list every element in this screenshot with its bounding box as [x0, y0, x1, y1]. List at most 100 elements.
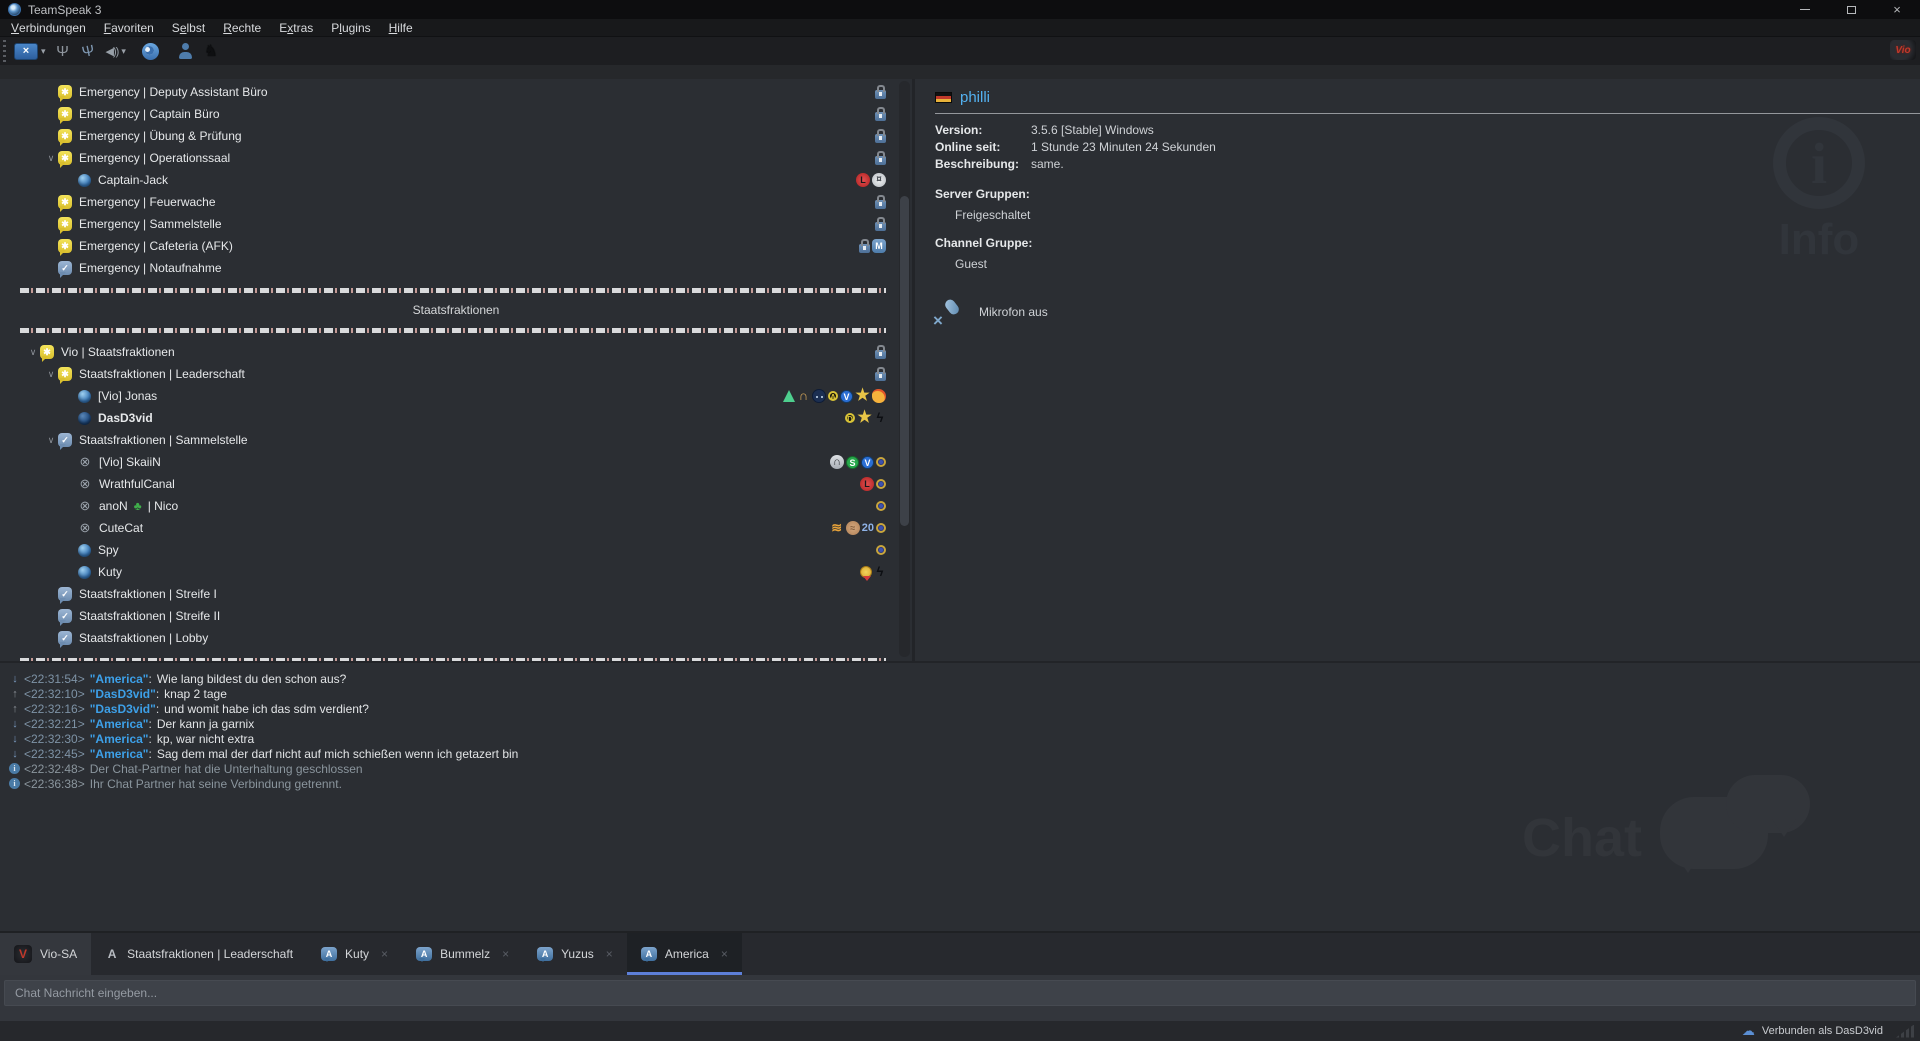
fbi-seal-icon	[876, 545, 886, 555]
mic-muted-user-icon: ⊗	[79, 498, 91, 513]
chat-bubble-a-icon: A	[640, 947, 657, 962]
tab-america[interactable]: A America ×	[626, 933, 742, 975]
channel-row[interactable]: ∨ ✱ Emergency | Operationssaal	[0, 147, 912, 169]
user-row[interactable]: ⊗ WrathfulCanal L	[0, 473, 912, 495]
channel-row[interactable]: ∨ ✱ Vio | Staatsfraktionen	[0, 341, 912, 363]
padlock-icon	[875, 85, 886, 99]
channel-row[interactable]: ✱ Emergency | Cafeteria (AFK) M	[0, 235, 912, 257]
menu-verbindungen[interactable]: Verbindungen	[2, 19, 95, 36]
expand-arrow-icon[interactable]: ∨	[44, 369, 58, 380]
info-field-label: Version:	[935, 123, 983, 137]
red-l-icon: L	[856, 173, 870, 187]
restore-button[interactable]	[1828, 0, 1874, 19]
channel-label: Vio | Staatsfraktionen	[61, 345, 175, 359]
tree-scrollbar[interactable]	[899, 81, 910, 657]
disconnect-button[interactable]: × ▾	[11, 40, 49, 62]
chat-message: ↑ <22:32:16> "DasD3vid": und womit habe ich…	[8, 701, 1920, 716]
menu-extras[interactable]: Ex tras	[270, 19, 322, 36]
tab-yuzus[interactable]: A Yuzus ×	[523, 933, 627, 975]
charmander-icon	[872, 389, 886, 403]
sphere-user-icon	[78, 543, 91, 557]
user-row[interactable]: ⊗ [Vio] SkaiiN ∩ S V	[0, 451, 912, 473]
message-sender: "DasD3vid"	[89, 701, 156, 716]
expand-arrow-icon[interactable]: ∨	[26, 347, 40, 358]
minimize-icon	[1800, 9, 1810, 10]
user-row[interactable]: ⊗ CuteCat ≋ ≈20	[0, 517, 912, 539]
message-sender: "America"	[89, 716, 149, 731]
toolbar-drag-handle[interactable]	[3, 40, 6, 62]
info-icon: i	[9, 763, 20, 774]
channel-blue-icon: ✓	[58, 631, 72, 648]
chevron-down-icon[interactable]: ▾	[41, 46, 46, 57]
menu-favoriten[interactable]: Favoriten	[95, 19, 163, 36]
restore-icon	[1846, 2, 1861, 14]
message-timestamp: <22:32:21>	[24, 716, 85, 731]
user-row[interactable]: ⊗ anoN ♣ | Nico	[0, 495, 912, 517]
message-timestamp: <22:32:48>	[24, 761, 85, 776]
user-row[interactable]: DasD3vid D ★ ϟ	[0, 407, 912, 429]
menu-hilfe[interactable]: Hilfe	[380, 19, 422, 36]
star-icon: ★	[855, 387, 870, 404]
tab-close-icon[interactable]: ×	[606, 947, 613, 961]
expand-arrow-icon[interactable]: ∨	[44, 435, 58, 446]
tab-vio-sa[interactable]: V Vio-SA	[0, 933, 92, 975]
mute-microphone-button[interactable]: Ψ	[77, 40, 101, 62]
chat-message-input[interactable]	[4, 980, 1916, 1006]
microphone-muted-icon	[933, 297, 965, 331]
channel-row[interactable]: ✱ Emergency | Übung & Prüfung	[0, 125, 912, 147]
microphone-status-text: Mikrofon aus	[979, 305, 1048, 319]
mute-speakers-button[interactable]: ◀)) ▾	[103, 40, 129, 62]
channel-row[interactable]: ✱ Emergency | Captain Büro	[0, 103, 912, 125]
channel-row[interactable]: ✓ Staatsfraktionen | Streife II	[0, 605, 912, 627]
menu-plugins[interactable]: Pl ugins	[322, 19, 379, 36]
channel-row[interactable]: ✓ Staatsfraktionen | Lobby	[0, 627, 912, 649]
row-badges: ∩ A V ★	[783, 387, 886, 404]
user-label: [Vio] Jonas	[98, 389, 158, 403]
close-button[interactable]: ×	[1874, 0, 1920, 19]
status-bubble-button[interactable]	[139, 40, 163, 62]
incoming-arrow-icon: ↓	[12, 672, 18, 685]
expand-arrow-icon[interactable]: ∨	[44, 153, 58, 164]
plugin-button[interactable]: ♞	[199, 40, 223, 62]
channel-row[interactable]: ∨ ✓ Staatsfraktionen | Sammelstelle	[0, 429, 912, 451]
channel-row[interactable]: ✱ Emergency | Feuerwache	[0, 191, 912, 213]
channel-row[interactable]: ✱ Emergency | Sammelstelle	[0, 213, 912, 235]
message-colon: :	[155, 701, 160, 716]
away-button[interactable]: Ψ	[51, 40, 75, 62]
padlock-icon	[875, 217, 886, 231]
tab-bummelz[interactable]: A Bummelz ×	[402, 933, 523, 975]
user-label: CuteCat	[99, 521, 144, 535]
channel-label: Emergency | Übung & Prüfung	[79, 129, 242, 143]
user-row[interactable]: Captain-Jack L ¤	[0, 169, 912, 191]
user-row[interactable]: Spy	[0, 539, 912, 561]
tab-staatsfraktionen-leaderschaft[interactable]: A Staatsfraktionen | Leaderschaft	[91, 933, 307, 975]
user-row[interactable]: Kuty ϟ	[0, 561, 912, 583]
row-badges: L ¤	[856, 173, 886, 187]
user-label: Kuty	[98, 565, 123, 579]
channel-row[interactable]: ✱ Emergency | Deputy Assistant Büro	[0, 81, 912, 103]
tab-close-icon[interactable]: ×	[502, 947, 509, 961]
user-row[interactable]: [Vio] Jonas ∩ A V ★	[0, 385, 912, 407]
tab-close-icon[interactable]: ×	[381, 947, 388, 961]
tab-kuty[interactable]: A Kuty ×	[307, 933, 402, 975]
minimize-button[interactable]	[1782, 0, 1828, 19]
scrollbar-thumb[interactable]	[900, 196, 909, 526]
menu-rechte[interactable]: Rechte	[214, 19, 270, 36]
tab-close-icon[interactable]: ×	[721, 947, 728, 961]
channel-row[interactable]: ✓ Staatsfraktionen | Streife I	[0, 583, 912, 605]
chat-bubble-a-icon: A	[537, 947, 554, 962]
padlock-icon	[875, 345, 886, 359]
teamspeak-logo-icon	[8, 3, 21, 16]
padlock-icon	[875, 195, 886, 209]
client-nickname-link[interactable]: philli	[960, 89, 990, 106]
chat-bubble-a-icon: A	[321, 947, 338, 962]
channel-row[interactable]: ✓ Emergency | Notaufnahme	[0, 257, 912, 279]
menu-selbst[interactable]: Se lbst	[163, 19, 214, 36]
channel-label: Emergency | Captain Büro	[79, 107, 220, 121]
channel-yellow-icon: ✱	[58, 107, 72, 124]
spacer-line	[20, 327, 886, 333]
client-info-button[interactable]	[173, 40, 197, 62]
info-field-label: Beschreibung:	[935, 157, 1020, 171]
chevron-down-icon[interactable]: ▾	[121, 46, 126, 57]
channel-row[interactable]: ∨ ✱ Staatsfraktionen | Leaderschaft	[0, 363, 912, 385]
